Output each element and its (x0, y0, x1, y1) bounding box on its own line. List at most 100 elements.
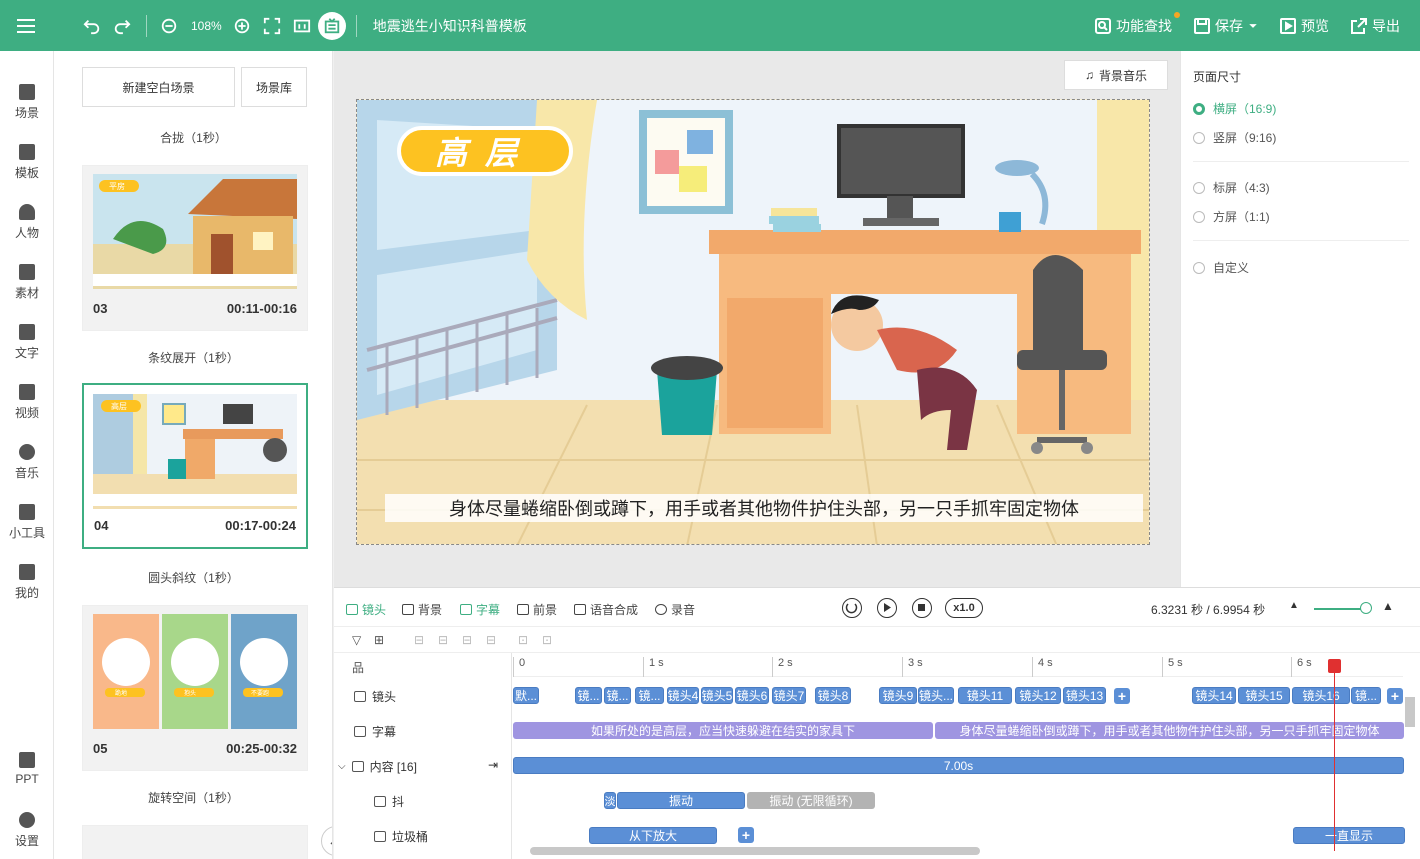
collapse-track-icon[interactable]: ⇥ (488, 758, 498, 772)
rail-item-settings[interactable]: 设置 (0, 812, 54, 849)
zoom-mountain-icon-large[interactable]: ▲ (1382, 599, 1394, 613)
effect-clip-zoom-up[interactable]: 从下放大 (589, 827, 717, 844)
subtitle-safe-button[interactable] (317, 11, 346, 40)
transition-label[interactable]: 旋转空间（1秒） (54, 789, 332, 806)
shot-clip[interactable]: 镜头9 (879, 687, 917, 704)
time-ruler[interactable]: 0 1 s 2 s 3 s 4 s 5 s 6 s (513, 653, 1403, 677)
rail-item-video[interactable]: 视频 (0, 384, 54, 421)
rail-item-scene[interactable]: 场景 (0, 84, 54, 121)
shot-clip[interactable]: 镜头5 (701, 687, 733, 704)
shot-clip[interactable]: 镜... (1351, 687, 1381, 704)
content-clip[interactable]: 7.00s (513, 757, 1404, 774)
redo-button[interactable] (108, 12, 136, 40)
rail-item-ppt[interactable]: PPT (0, 752, 54, 786)
radio-standard[interactable]: 标屏（4:3) (1193, 179, 1270, 196)
timeline-zoom-knob[interactable] (1360, 602, 1372, 614)
scroll-top-button[interactable] (321, 826, 332, 856)
new-blank-scene-button[interactable]: 新建空白场景 (82, 67, 235, 107)
shot-clip[interactable]: 镜头12 (1015, 687, 1061, 704)
rail-item-music[interactable]: 音乐 (0, 444, 54, 481)
ungroup-icon[interactable]: ⊡ (542, 633, 552, 647)
rail-item-material[interactable]: 素材 (0, 264, 54, 301)
rail-item-tools[interactable]: 小工具 (0, 504, 54, 541)
playback-speed-button[interactable]: x1.0 (945, 598, 983, 618)
zoom-in-button[interactable] (228, 12, 256, 40)
scene-stage[interactable]: 高层 身体尽量蜷缩卧倒或蹲下，用手或者其他物件护住头部，另一只手抓牢固定物体 (356, 99, 1150, 545)
effect-clip-shake[interactable]: 振动 (617, 792, 745, 809)
align-center-icon[interactable]: ⊟ (438, 633, 448, 647)
radio-landscape[interactable]: 横屏（16:9) (1193, 100, 1276, 117)
tab-background[interactable]: 背景 (402, 601, 442, 618)
feature-search-button[interactable]: 功能查找 (1095, 11, 1180, 36)
tab-foreground[interactable]: 前景 (517, 601, 557, 618)
shot-clip[interactable]: 镜头7 (772, 687, 806, 704)
actual-size-button[interactable] (288, 12, 316, 40)
shot-clip[interactable]: 默... (513, 687, 539, 704)
align-left-icon[interactable]: ⊟ (414, 633, 424, 647)
shot-clip[interactable]: 镜头14 (1192, 687, 1236, 704)
radio-square[interactable]: 方屏（1:1) (1193, 208, 1270, 225)
tab-record[interactable]: 录音 (655, 601, 695, 618)
radio-custom[interactable]: 自定义 (1193, 259, 1249, 276)
layout-icon[interactable]: 品 (352, 659, 364, 676)
scene-card-06[interactable] (82, 825, 308, 859)
add-shot-button[interactable]: + (1114, 688, 1130, 704)
play-button[interactable] (877, 598, 897, 618)
shot-clip[interactable]: 镜头4 (667, 687, 699, 704)
zoom-out-button[interactable] (155, 12, 183, 40)
radio-portrait[interactable]: 竖屏（9:16) (1193, 129, 1276, 146)
track-label-content[interactable]: ⌵ 内容 [16] (338, 758, 417, 775)
track-label-shot[interactable]: 镜头 (354, 688, 396, 705)
export-button[interactable]: 导出 (1351, 16, 1400, 36)
rail-item-person[interactable]: 人物 (0, 204, 54, 241)
shot-clip[interactable]: 镜... (604, 687, 631, 704)
align-icon[interactable]: ⊞ (374, 633, 384, 647)
filter-icon[interactable]: ▽ (352, 633, 361, 647)
shot-clip[interactable]: 镜头... (918, 687, 954, 704)
undo-button[interactable] (78, 12, 106, 40)
effect-clip-always-show[interactable]: 一直显示 (1293, 827, 1405, 844)
zoom-mountain-icon[interactable]: ▲ (1289, 600, 1299, 611)
subtitle-clip[interactable]: 如果所处的是高层，应当快速躲避在结实的家具下 (513, 722, 933, 739)
tab-subtitle[interactable]: 字幕 (460, 601, 500, 618)
rail-item-template[interactable]: 模板 (0, 144, 54, 181)
timeline-horizontal-scrollbar[interactable] (530, 847, 980, 855)
group-icon[interactable]: ⊡ (518, 633, 528, 647)
track-label-trash[interactable]: 垃圾桶 (374, 828, 428, 845)
shot-clip[interactable]: 镜头8 (815, 687, 851, 704)
shot-clip[interactable]: 镜... (575, 687, 602, 704)
shot-clip[interactable]: 镜... (635, 687, 664, 704)
scene-title-tag[interactable]: 高层 (397, 126, 573, 176)
stop-button[interactable] (912, 598, 932, 618)
transition-label[interactable]: 圆头斜纹（1秒） (54, 569, 332, 586)
transition-label[interactable]: 条纹展开（1秒） (54, 349, 332, 366)
menu-button[interactable] (0, 0, 52, 51)
scene-card-04[interactable]: 高层 04 00:17-00:24 (82, 383, 308, 549)
shot-clip[interactable]: 镜头16 (1292, 687, 1350, 704)
scene-card-03[interactable]: 平房 03 00:11-00:16 (82, 165, 308, 331)
rail-item-mine[interactable]: 我的 (0, 564, 54, 601)
save-button[interactable]: 保存 (1194, 16, 1258, 36)
background-music-button[interactable]: ♫ 背景音乐 (1064, 60, 1168, 90)
track-label-subtitle[interactable]: 字幕 (354, 723, 396, 740)
shot-clip[interactable]: 镜头15 (1238, 687, 1290, 704)
tab-shot[interactable]: 镜头 (346, 601, 386, 618)
timeline-vertical-scrollbar[interactable] (1405, 697, 1415, 727)
shot-clip[interactable]: 镜头6 (735, 687, 769, 704)
shot-clip[interactable]: 镜头13 (1063, 687, 1106, 704)
align-right-icon[interactable]: ⊟ (462, 633, 472, 647)
track-label-shake[interactable]: 抖 (374, 793, 404, 810)
effect-clip-fade[interactable]: 淡 (604, 792, 616, 809)
shot-clip[interactable]: 镜头11 (958, 687, 1012, 704)
effect-clip-shake-loop[interactable]: 振动 (无限循环) (747, 792, 875, 809)
document-title[interactable]: 地震逃生小知识科普模板 (373, 16, 527, 36)
add-shot-button[interactable]: + (1387, 688, 1403, 704)
tab-tts[interactable]: 语音合成 (574, 601, 638, 618)
add-effect-button[interactable]: + (738, 827, 754, 843)
fullscreen-button[interactable] (258, 12, 286, 40)
scene-subtitle[interactable]: 身体尽量蜷缩卧倒或蹲下，用手或者其他物件护住头部，另一只手抓牢固定物体 (385, 494, 1143, 522)
distribute-icon[interactable]: ⊟ (486, 633, 496, 647)
preview-button[interactable]: 预览 (1280, 16, 1329, 36)
playhead[interactable] (1334, 661, 1335, 851)
rail-item-text[interactable]: 文字 (0, 324, 54, 361)
